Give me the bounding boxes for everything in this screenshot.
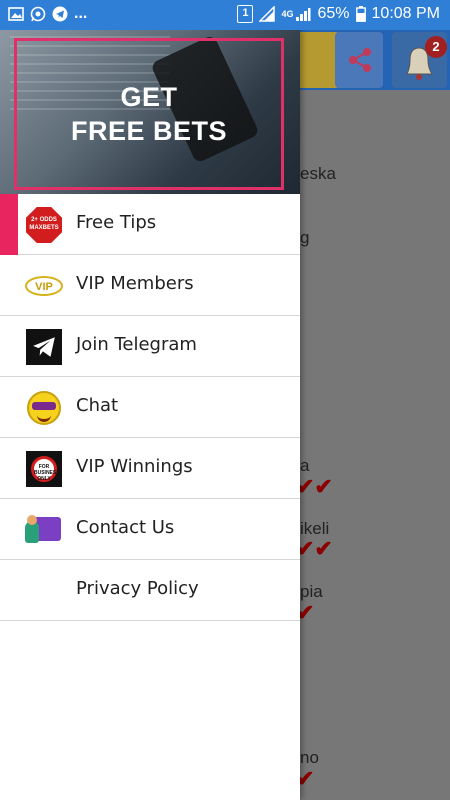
check-icon: ✔✔ [296,536,333,561]
menu-item-contact-us[interactable]: Contact Us [0,499,300,560]
business-sign-text: FOR BUSINESS ONLY [31,456,60,482]
menu-item-label: VIP Members [76,273,194,294]
menu-item-label: Contact Us [76,517,175,538]
telegram-icon [25,328,63,366]
drawer-menu: 2+ ODDS MAXBETS Free Tips VIP VIP Member… [0,194,300,621]
menu-item-vip-winnings[interactable]: FOR BUSINESS ONLY VIP Winnings [0,438,300,499]
menu-item-chat[interactable]: Chat [0,377,300,438]
background-share-button [335,32,383,88]
stop-sign-badge-text: 2+ ODDS MAXBETS [26,207,62,243]
sunglasses-emoji-icon [25,389,63,427]
menu-item-label: Chat [76,395,119,416]
navigation-drawer: GET FREE BETS 2+ ODDS MAXBETS Free Tips … [0,30,300,800]
background-text: pia [300,582,323,601]
background-text: g [300,228,310,247]
share-icon [349,48,371,72]
network-type-label: 4G [281,9,294,19]
telegram-icon [52,6,68,22]
menu-item-label: Join Telegram [76,334,197,355]
menu-item-free-tips[interactable]: 2+ ODDS MAXBETS Free Tips [0,194,300,255]
background-text: no [300,748,319,767]
clock: 10:08 PM [371,5,440,22]
drawer-header-banner[interactable]: GET FREE BETS [0,30,300,194]
more-notifications-indicator: ... [74,5,88,22]
vip-icon: VIP [25,267,63,305]
business-sign-icon: FOR BUSINESS ONLY [25,450,63,488]
whatsapp-icon [30,6,46,22]
background-text: eska [300,164,336,183]
notification-count-badge: 2 [425,36,447,58]
stop-sign-icon: 2+ ODDS MAXBETS [25,206,63,244]
menu-item-vip-members[interactable]: VIP VIP Members [0,255,300,316]
background-text: a [300,456,310,475]
battery-percent: 65% [317,5,350,22]
header-title-line2: FREE BETS [70,116,228,146]
signal-icon [259,6,276,22]
status-bar: ... 1 4G 65% 10:08 PM [0,0,450,30]
battery-icon [355,6,366,22]
menu-item-join-telegram[interactable]: Join Telegram [0,316,300,377]
sim-slot-icon: 1 [237,5,254,23]
image-icon [8,7,24,21]
menu-item-label: Privacy Policy [76,578,199,599]
check-icon: ✔✔ [296,474,333,499]
contact-card-icon [25,511,63,549]
menu-item-privacy-policy[interactable]: Privacy Policy [0,560,300,621]
vip-icon-text: VIP [25,276,63,296]
signal-strength-icon [296,8,311,21]
menu-item-label: VIP Winnings [76,456,193,477]
header-title: GET FREE BETS [14,80,284,148]
menu-item-label: Free Tips [76,212,157,233]
header-title-line1: GET [120,82,178,112]
